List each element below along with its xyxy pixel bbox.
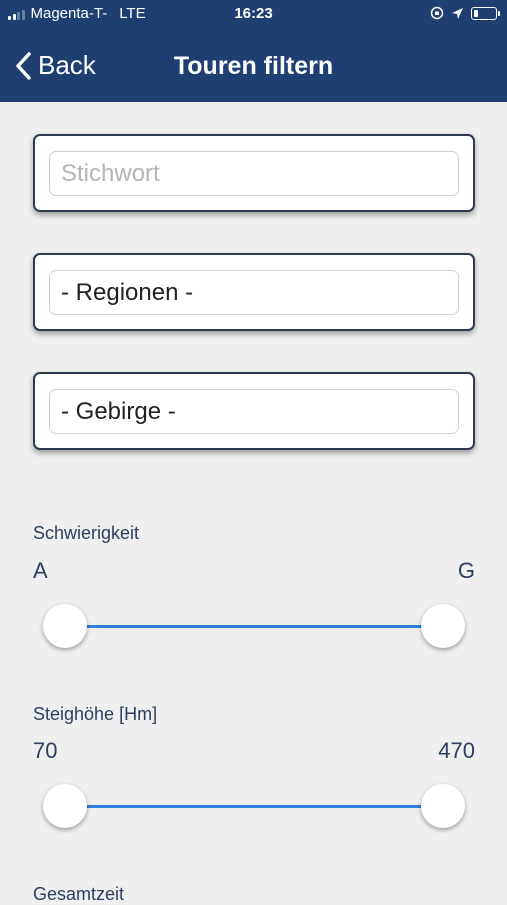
difficulty-min-handle[interactable] xyxy=(43,604,87,648)
ascent-label: Steighöhe [Hm] xyxy=(33,704,158,724)
navigation-bar: Back Touren filtern xyxy=(0,30,507,102)
status-bar: Magenta-T- LTE 16:23 xyxy=(0,0,507,30)
difficulty-slider-track xyxy=(65,625,443,628)
keyword-card xyxy=(33,134,475,212)
ascent-max-value: 470 xyxy=(438,738,475,763)
difficulty-range-slider[interactable] xyxy=(43,602,465,652)
ascent-min-value: 70 xyxy=(33,738,58,763)
ascent-min-handle[interactable] xyxy=(43,784,87,828)
total-time-label: Gesamtzeit xyxy=(33,884,125,904)
difficulty-min-label: A xyxy=(33,558,48,583)
region-select[interactable]: - Regionen - xyxy=(49,270,459,315)
difficulty-max-label: G xyxy=(457,558,475,583)
mountain-card: - Gebirge - xyxy=(33,372,475,450)
keyword-input[interactable] xyxy=(49,151,459,196)
ascent-range-slider[interactable] xyxy=(43,782,465,832)
difficulty-max-handle[interactable] xyxy=(421,604,465,648)
status-right xyxy=(430,6,500,20)
ascent-slider-track xyxy=(65,805,443,808)
page-title-text: Touren filtern xyxy=(173,52,334,80)
region-card: - Regionen - xyxy=(33,253,475,331)
location-arrow-icon xyxy=(452,7,463,19)
orientation-lock-icon xyxy=(430,6,444,20)
battery-icon xyxy=(471,6,500,20)
ascent-max-handle[interactable] xyxy=(421,784,465,828)
difficulty-label: Schwierigkeit xyxy=(33,523,140,543)
mountain-select[interactable]: - Gebirge - xyxy=(49,389,459,434)
page-title: Touren filtern xyxy=(0,52,507,81)
